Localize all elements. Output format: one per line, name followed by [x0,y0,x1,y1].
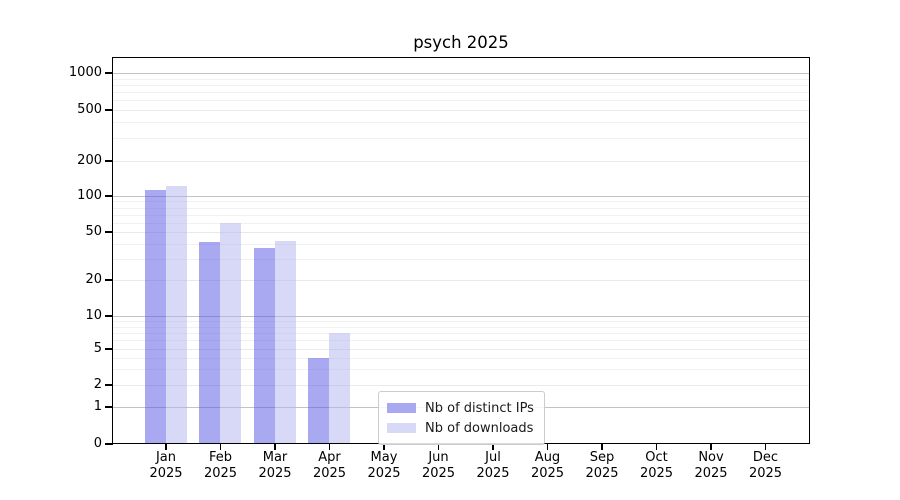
y-tick-mark [105,160,113,161]
legend-swatch-distinct-ips [387,403,416,413]
x-tick-mark [274,444,275,450]
gridline [112,161,810,162]
y-tick-label: 100 [30,187,102,205]
legend-swatch-downloads [387,423,416,433]
gridline-minor [112,100,810,101]
x-tick-mark [220,444,221,450]
gridline-major [112,196,810,197]
y-tick-label: 20 [30,271,102,289]
bar-downloads [329,333,350,444]
bar-downloads [275,241,296,444]
y-tick-label: 500 [30,101,102,119]
y-tick-mark [105,72,113,73]
bar-downloads [166,186,187,444]
y-tick-mark [105,279,113,280]
plot-area [112,57,810,444]
y-tick-label: 1 [30,398,102,416]
y-tick-label: 5 [30,340,102,358]
gridline-minor [112,223,810,224]
gridline-minor [112,92,810,93]
gridline-minor [112,85,810,86]
y-tick-mark [105,195,113,196]
bar-downloads [220,223,241,444]
x-tick-label: Dec 2025 [731,450,801,481]
legend-row-distinct-ips: Nb of distinct IPs [387,398,536,418]
y-tick-mark [105,348,113,349]
y-tick-label: 0 [30,435,102,453]
bar-distinct-ips [145,190,166,444]
gridline-minor [112,138,810,139]
y-tick-mark [105,406,113,407]
gridline-minor [112,215,810,216]
gridline [112,110,810,111]
x-tick-mark [710,444,711,450]
y-tick-label: 2 [30,376,102,394]
x-tick-mark [656,444,657,450]
y-tick-label: 200 [30,152,102,170]
gridline-minor [112,122,810,123]
chart-canvas: psych 2025 Nb of distinct IPs Nb of down… [0,0,900,500]
y-tick-mark [105,315,113,316]
bar-distinct-ips [199,242,220,444]
y-tick-label: 50 [30,223,102,241]
gridline-minor [112,201,810,202]
legend-label-downloads: Nb of downloads [425,421,533,436]
x-tick-mark [165,444,166,450]
x-tick-mark [547,444,548,450]
chart-title: psych 2025 [311,33,611,52]
x-tick-mark [601,444,602,450]
gridline-major [112,73,810,74]
gridline [112,232,810,233]
bar-distinct-ips [254,248,275,444]
x-tick-mark [329,444,330,450]
y-tick-mark [105,384,113,385]
y-tick-mark [105,231,113,232]
legend: Nb of distinct IPs Nb of downloads [378,391,545,445]
gridline-minor [112,79,810,80]
legend-label-distinct-ips: Nb of distinct IPs [425,401,534,416]
y-tick-mark [105,109,113,110]
bar-distinct-ips [308,358,329,444]
legend-row-downloads: Nb of downloads [387,418,536,438]
y-tick-label: 10 [30,307,102,325]
y-tick-label: 1000 [30,64,102,82]
gridline-minor [112,208,810,209]
x-tick-mark [765,444,766,450]
y-tick-mark [105,443,113,444]
